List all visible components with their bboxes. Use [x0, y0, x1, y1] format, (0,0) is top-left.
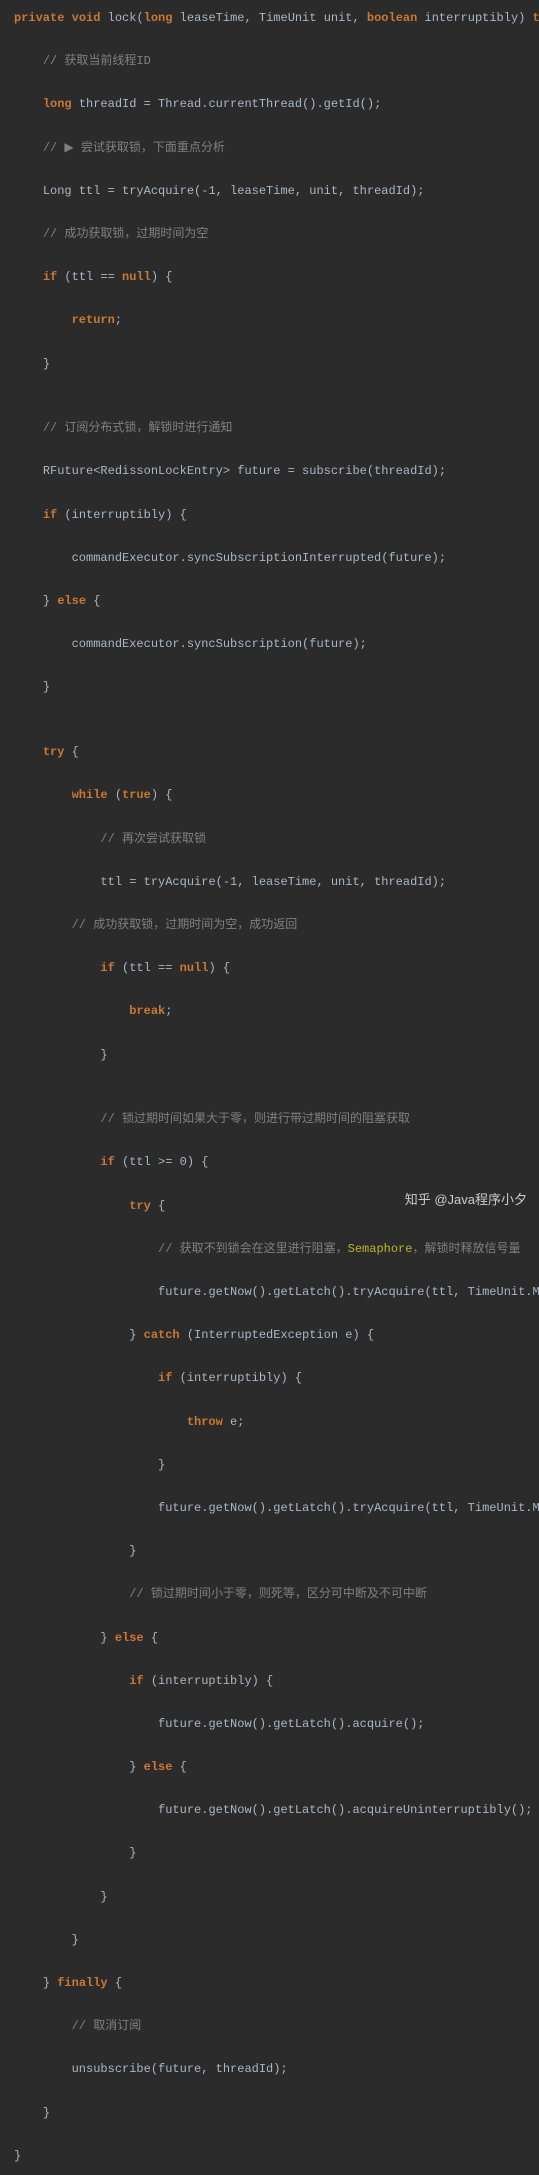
brace-11a: } — [129, 1760, 143, 1774]
kw-if-6: if — [129, 1674, 143, 1688]
kw-return: return — [72, 313, 115, 327]
kw-private: private — [14, 11, 64, 25]
comment-retry: // 再次尝试获取锁 — [100, 832, 206, 846]
line-tryacquire-2: future.getNow().getLatch().tryAcquire(tt… — [158, 1501, 539, 1515]
line-acquire-unint: future.getNow().getLatch().acquireUninte… — [158, 1803, 532, 1817]
kw-else-3: else — [144, 1760, 173, 1774]
comment-block: // 获取不到锁会在这里进行阻塞，Semaphore，解锁时释放信号量 — [158, 1242, 520, 1256]
line-future: RFuture<RedissonLockEntry> future = subs… — [43, 464, 446, 478]
line-sync: commandExecutor.syncSubscription(future)… — [72, 637, 367, 651]
brace-5: } — [100, 1048, 107, 1062]
if-cond-2: (interruptibly) { — [57, 508, 187, 522]
brace-8: } — [158, 1458, 165, 1472]
brace-1: } — [43, 357, 50, 371]
line-ttl-2: ttl = tryAcquire(-1, leaseTime, unit, th… — [100, 875, 446, 889]
semaphore-word: Semaphore — [348, 1242, 413, 1256]
brace-14: } — [72, 1933, 79, 1947]
comment-gt0: // 锁过期时间如果大于零，则进行带过期时间的阻塞获取 — [100, 1112, 410, 1126]
line-sync-int: commandExecutor.syncSubscriptionInterrup… — [72, 551, 446, 565]
brace-7b: (InterruptedException e) { — [180, 1328, 374, 1342]
line-unsubscribe: unsubscribe(future, threadId); — [72, 2062, 288, 2076]
while-b: ) { — [151, 788, 173, 802]
params-2: interruptibly) — [417, 11, 532, 25]
comment-subscribe: // 订阅分布式锁，解锁时进行通知 — [43, 421, 233, 435]
if-cond-6: (interruptibly) { — [144, 1674, 274, 1688]
kw-null-2: null — [180, 961, 209, 975]
brace-9: } — [129, 1544, 136, 1558]
code-block: private void lock(long leaseTime, TimeUn… — [0, 0, 539, 2175]
kw-true: true — [122, 788, 151, 802]
line-tryacquire-1: future.getNow().getLatch().tryAcquire(tt… — [158, 1285, 539, 1299]
brace-11b: { — [172, 1760, 186, 1774]
kw-while: while — [72, 788, 108, 802]
brace-16: } — [43, 2106, 50, 2120]
kw-if-1: if — [43, 270, 57, 284]
if-cond-5: (interruptibly) { — [172, 1371, 302, 1385]
kw-if-3: if — [100, 961, 114, 975]
brace-15a: } — [43, 1976, 57, 1990]
kw-if-4: if — [100, 1155, 114, 1169]
kw-null-1: null — [122, 270, 151, 284]
brace-3: } — [43, 680, 50, 694]
watermark: 知乎 @Java程序小夕 — [405, 1188, 527, 1211]
brace-10a: } — [100, 1631, 114, 1645]
throw-rest: e; — [223, 1415, 245, 1429]
brace-17: } — [14, 2149, 21, 2163]
line-threadid: threadId = Thread.currentThread().getId(… — [72, 97, 382, 111]
comment-unsub: // 取消订阅 — [72, 2019, 142, 2033]
arrow-icon: ▶ — [64, 141, 73, 155]
kw-long: long — [144, 11, 173, 25]
kw-if-2: if — [43, 508, 57, 522]
kw-try-1: try — [43, 745, 65, 759]
kw-break: break — [129, 1004, 165, 1018]
kw-void: void — [72, 11, 101, 25]
brace-15b: { — [108, 1976, 122, 1990]
kw-else-2: else — [115, 1631, 144, 1645]
kw-long-2: long — [43, 97, 72, 111]
comment-lt0: // 锁过期时间小于零，则死等，区分可中断及不可中断 — [129, 1587, 427, 1601]
fn-name: lock( — [100, 11, 143, 25]
brace-2a: } — [43, 594, 57, 608]
kw-boolean: boolean — [367, 11, 417, 25]
comment-success-2: // 成功获取锁，过期时间为空，成功返回 — [72, 918, 298, 932]
kw-catch: catch — [144, 1328, 180, 1342]
kw-try-2: try — [129, 1199, 151, 1213]
comment-thread-id: // 获取当前线程ID — [43, 54, 151, 68]
kw-if-5: if — [158, 1371, 172, 1385]
kw-throw: throw — [187, 1415, 223, 1429]
brace-7a: } — [129, 1328, 143, 1342]
semi-2: ; — [165, 1004, 172, 1018]
line-acquire: future.getNow().getLatch().acquire(); — [158, 1717, 424, 1731]
kw-finally: finally — [57, 1976, 107, 1990]
brace-2b: { — [86, 594, 100, 608]
if-cond-3a: (ttl == — [115, 961, 180, 975]
semi-1: ; — [115, 313, 122, 327]
brace-6: { — [151, 1199, 165, 1213]
brace-4: { — [64, 745, 78, 759]
kw-throws: t — [533, 11, 539, 25]
if-cond-1a: (ttl == — [57, 270, 122, 284]
kw-else-1: else — [57, 594, 86, 608]
if-cond-4: (ttl >= 0) { — [115, 1155, 209, 1169]
comment-try-acquire: // ▶ 尝试获取锁，下面重点分析 — [43, 141, 225, 155]
brace-13: } — [100, 1890, 107, 1904]
comment-success: // 成功获取锁，过期时间为空 — [43, 227, 209, 241]
while-a: ( — [108, 788, 122, 802]
brace-12: } — [129, 1846, 136, 1860]
if-cond-1b: ) { — [151, 270, 173, 284]
brace-10b: { — [144, 1631, 158, 1645]
params-1: leaseTime, TimeUnit unit, — [172, 11, 366, 25]
if-cond-3b: ) { — [208, 961, 230, 975]
line-ttl: Long ttl = tryAcquire(-1, leaseTime, uni… — [43, 184, 425, 198]
